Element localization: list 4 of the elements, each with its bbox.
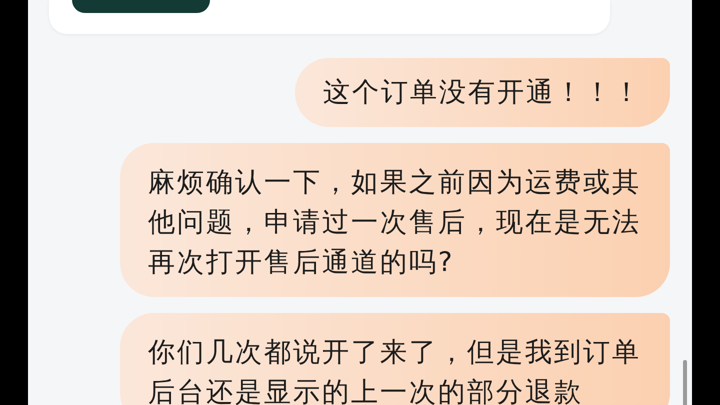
chat-bubble: 这个订单没有开通！！！ <box>295 58 670 127</box>
scrollbar <box>683 360 687 405</box>
chat-bubble: 麻烦确认一下，如果之前因为运费或其他问题，申请过一次售后，现在是无法再次打开售后通道的吗? <box>120 143 670 297</box>
chat-bubble: 你们几次都说开了来了，但是我到订单后台还是显示的上一次的部分退款 <box>120 313 670 405</box>
